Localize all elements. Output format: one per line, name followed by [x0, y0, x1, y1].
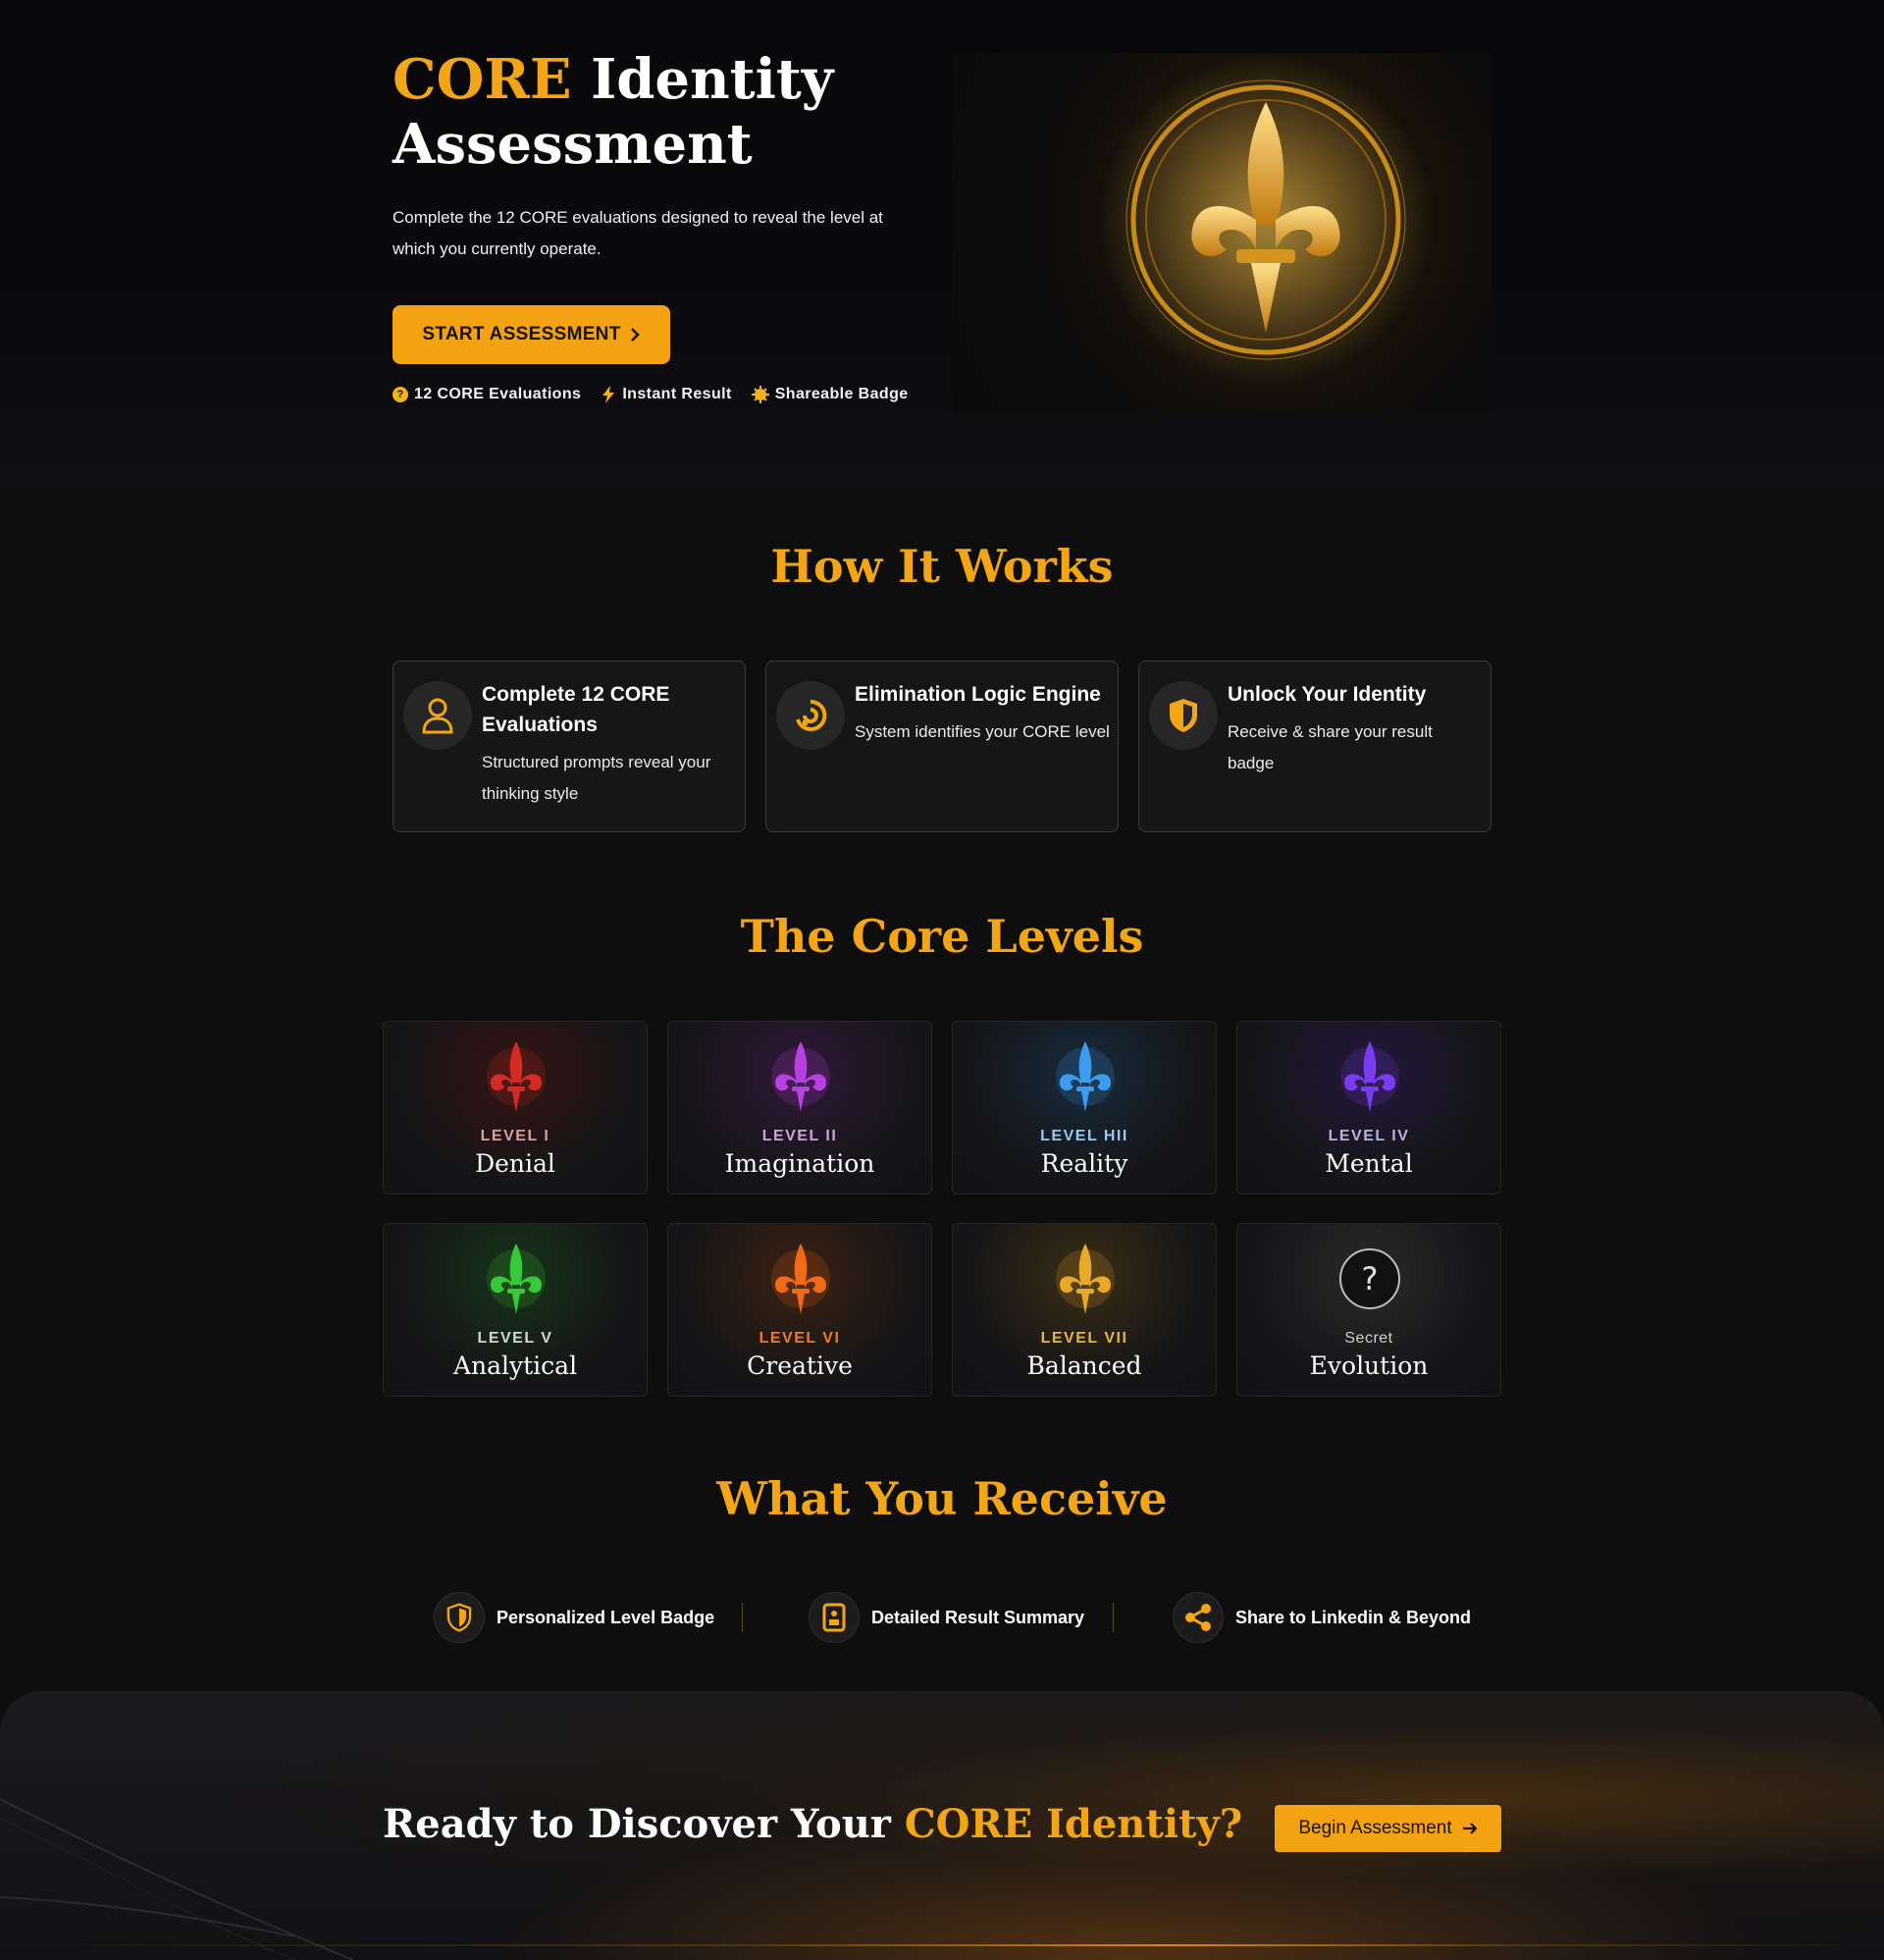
hero-feature-label: Instant Result	[622, 386, 732, 402]
hero-feature-instant: Instant Result	[601, 386, 731, 403]
level-tag: LEVEL II	[761, 1128, 838, 1144]
how-card-title: Unlock Your Identity	[1228, 683, 1427, 706]
cta-title-accent: CORE Identity?	[904, 1801, 1243, 1847]
fleur-de-lis-icon	[487, 1244, 546, 1314]
fleur-de-lis-icon	[1340, 1041, 1399, 1112]
shield-icon	[434, 1592, 485, 1643]
decorative-lines	[0, 1798, 354, 1960]
hero-feature-label: 12 CORE Evaluations	[414, 386, 582, 402]
chevron-right-icon	[630, 328, 640, 342]
how-card-desc: Structured prompts reveal your thinking …	[482, 753, 711, 803]
level-card[interactable]: LEVEL IV Mental	[1236, 1021, 1501, 1194]
level-tag: LEVEL VII	[1040, 1330, 1128, 1347]
badge-icon	[751, 386, 769, 403]
refresh-icon	[776, 681, 845, 750]
fleur-de-lis-emblem-icon	[1099, 53, 1433, 387]
how-card-desc: Receive & share your result badge	[1228, 722, 1433, 772]
level-name: Evolution	[1309, 1351, 1429, 1380]
level-card[interactable]: LEVEL HII Reality	[952, 1021, 1217, 1194]
fleur-de-lis-icon	[1056, 1244, 1115, 1314]
shield-icon	[1149, 681, 1218, 750]
hero-feature-evaluations: ? 12 CORE Evaluations	[392, 386, 581, 403]
hero-title-accent: CORE	[392, 47, 572, 112]
receive-divider	[1113, 1603, 1114, 1632]
what-you-receive-title: What You Receive	[716, 1472, 1168, 1525]
how-card-title: Complete 12 CORE Evaluations	[482, 683, 670, 736]
how-card-evaluations: Complete 12 CORE Evaluations Structured …	[392, 661, 746, 832]
level-card[interactable]: LEVEL V Analytical	[383, 1223, 648, 1397]
level-tag: LEVEL V	[477, 1330, 553, 1347]
lightning-icon	[602, 386, 615, 403]
receive-item-summary: Detailed Result Summary	[809, 1591, 1084, 1644]
level-tag: Secret	[1344, 1330, 1393, 1347]
receive-item-label: Personalized Level Badge	[497, 1607, 715, 1627]
question-icon: ?	[1339, 1248, 1400, 1309]
hero-feature-label: Shareable Badge	[774, 386, 909, 402]
start-assessment-label: START ASSESSMENT	[422, 324, 621, 344]
receive-item-label: Detailed Result Summary	[871, 1607, 1085, 1627]
level-card[interactable]: ? Secret Evolution	[1236, 1223, 1501, 1397]
level-name: Analytical	[452, 1351, 578, 1380]
level-tag: LEVEL HII	[1040, 1128, 1128, 1144]
how-card-title: Elimination Logic Engine	[855, 683, 1101, 706]
level-name: Mental	[1325, 1149, 1413, 1178]
level-card[interactable]: LEVEL I Denial	[383, 1021, 648, 1194]
receive-item-label: Share to Linkedin & Beyond	[1235, 1607, 1472, 1627]
hero-feature-badge: Shareable Badge	[751, 386, 909, 403]
level-name: Balanced	[1026, 1351, 1142, 1380]
fleur-de-lis-icon	[771, 1041, 830, 1112]
cta-title: Ready to Discover Your CORE Identity?	[383, 1801, 1242, 1847]
share-icon	[1173, 1592, 1224, 1643]
begin-assessment-button[interactable]: Begin Assessment	[1275, 1805, 1501, 1852]
receive-item-badge: Personalized Level Badge	[434, 1591, 714, 1644]
receive-divider	[742, 1603, 743, 1632]
hero-title-line2: Assessment	[392, 112, 753, 177]
hero-description: Complete the 12 CORE evaluations designe…	[392, 208, 883, 258]
receive-item-share: Share to Linkedin & Beyond	[1173, 1591, 1471, 1644]
core-levels-title: The Core Levels	[740, 910, 1144, 963]
level-name: Denial	[475, 1149, 555, 1178]
how-it-works-title: How It Works	[770, 540, 1114, 593]
cta-title-prefix: Ready to Discover Your	[383, 1801, 891, 1847]
hero-section: CORE Identity Assessment Complete the 12…	[0, 0, 1884, 486]
level-tag: LEVEL IV	[1328, 1128, 1410, 1144]
level-tag: LEVEL VI	[759, 1330, 841, 1347]
user-icon	[403, 681, 472, 750]
level-tag: LEVEL I	[480, 1128, 550, 1144]
begin-assessment-label: Begin Assessment	[1298, 1818, 1452, 1838]
level-card[interactable]: LEVEL VII Balanced	[952, 1223, 1217, 1397]
hero-emblem-image	[952, 53, 1492, 413]
fleur-de-lis-icon	[1056, 1041, 1115, 1112]
start-assessment-button[interactable]: START ASSESSMENT	[392, 305, 670, 364]
svg-text:?: ?	[1362, 1260, 1379, 1298]
hero-title: CORE Identity Assessment	[392, 47, 942, 177]
cta-section: Ready to Discover Your CORE Identity? Be…	[0, 1691, 1884, 1960]
question-icon: ?	[392, 387, 408, 402]
fleur-de-lis-icon	[771, 1244, 830, 1314]
level-name: Creative	[747, 1351, 853, 1380]
level-name: Reality	[1040, 1149, 1128, 1178]
cta-glow-line	[0, 1944, 1884, 1946]
hero-title-rest: Identity	[591, 47, 834, 112]
level-card[interactable]: LEVEL VI Creative	[667, 1223, 932, 1397]
how-card-unlock: Unlock Your Identity Receive & share you…	[1138, 661, 1492, 832]
how-card-engine: Elimination Logic Engine System identifi…	[765, 661, 1119, 832]
receive-list: Personalized Level Badge Detailed Result…	[0, 1591, 1884, 1644]
arrow-right-icon	[1462, 1823, 1478, 1834]
level-card[interactable]: LEVEL II Imagination	[667, 1021, 932, 1194]
hero-features: ? 12 CORE Evaluations Instant Result Sha…	[392, 386, 909, 403]
document-icon	[809, 1592, 860, 1643]
fleur-de-lis-icon	[487, 1041, 546, 1112]
how-card-desc: System identifies your CORE level	[855, 722, 1110, 741]
level-name: Imagination	[724, 1149, 875, 1178]
